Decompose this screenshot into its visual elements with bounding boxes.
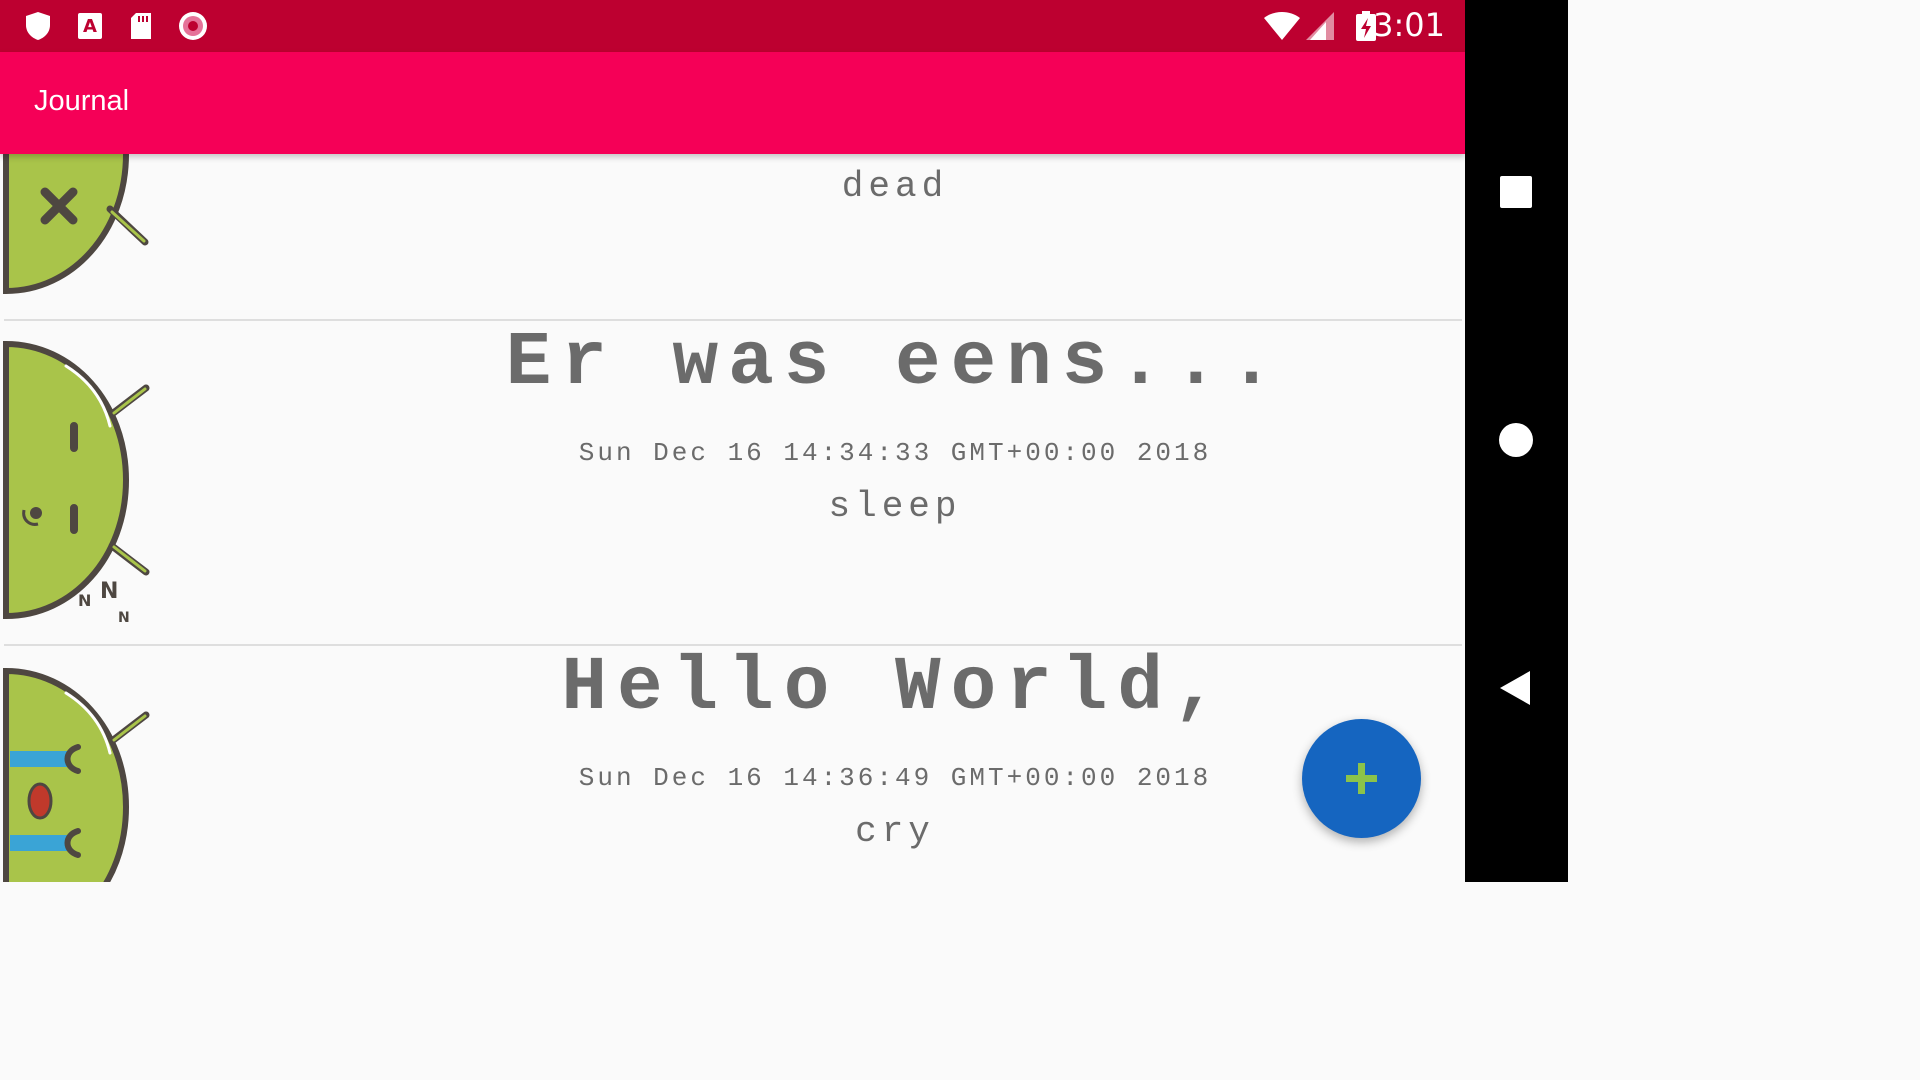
record-icon (179, 12, 207, 40)
signal-icon (1306, 12, 1334, 40)
journal-list[interactable]: dead N N N Er was eens... Sun Dec 16 14:… (0, 154, 1465, 882)
svg-text:N: N (100, 579, 118, 604)
wifi-icon (1264, 12, 1300, 40)
svg-text:N: N (78, 591, 91, 610)
entry-mood: dead (841, 166, 949, 207)
journal-entry[interactable]: dead (0, 154, 1465, 321)
status-bar: A 3:01 (0, 0, 1465, 52)
home-circle-icon[interactable] (1496, 420, 1536, 460)
shield-icon (26, 12, 50, 40)
entry-date: Sun Dec 16 14:34:33 GMT+00:00 2018 (578, 438, 1212, 468)
entry-title: Hello World, (561, 645, 1229, 731)
app-bar: Journal (0, 52, 1465, 154)
recents-square-icon[interactable] (1496, 172, 1536, 212)
status-time: 3:01 (1373, 6, 1445, 44)
journal-entry[interactable]: Hello World, Sun Dec 16 14:36:49 GMT+00:… (0, 645, 1465, 882)
cry-android-icon (3, 667, 150, 882)
entry-date: Sun Dec 16 14:36:49 GMT+00:00 2018 (578, 763, 1212, 793)
sd-card-icon (131, 13, 151, 39)
font-download-icon: A (78, 13, 102, 39)
add-entry-button[interactable] (1302, 719, 1421, 838)
navigation-bar (1465, 0, 1568, 882)
back-triangle-icon[interactable] (1496, 668, 1536, 708)
journal-entry[interactable]: N N N Er was eens... Sun Dec 16 14:34:33… (0, 320, 1465, 646)
app-title: Journal (34, 85, 130, 117)
entry-mood: sleep (828, 486, 962, 527)
dead-android-icon (3, 154, 149, 294)
entry-mood: cry (855, 811, 935, 852)
entry-title: Er was eens... (505, 320, 1285, 406)
svg-text:N: N (118, 610, 130, 626)
sleep-android-icon: N N N (3, 340, 150, 626)
svg-text:A: A (83, 16, 97, 37)
plus-icon (1346, 763, 1377, 794)
